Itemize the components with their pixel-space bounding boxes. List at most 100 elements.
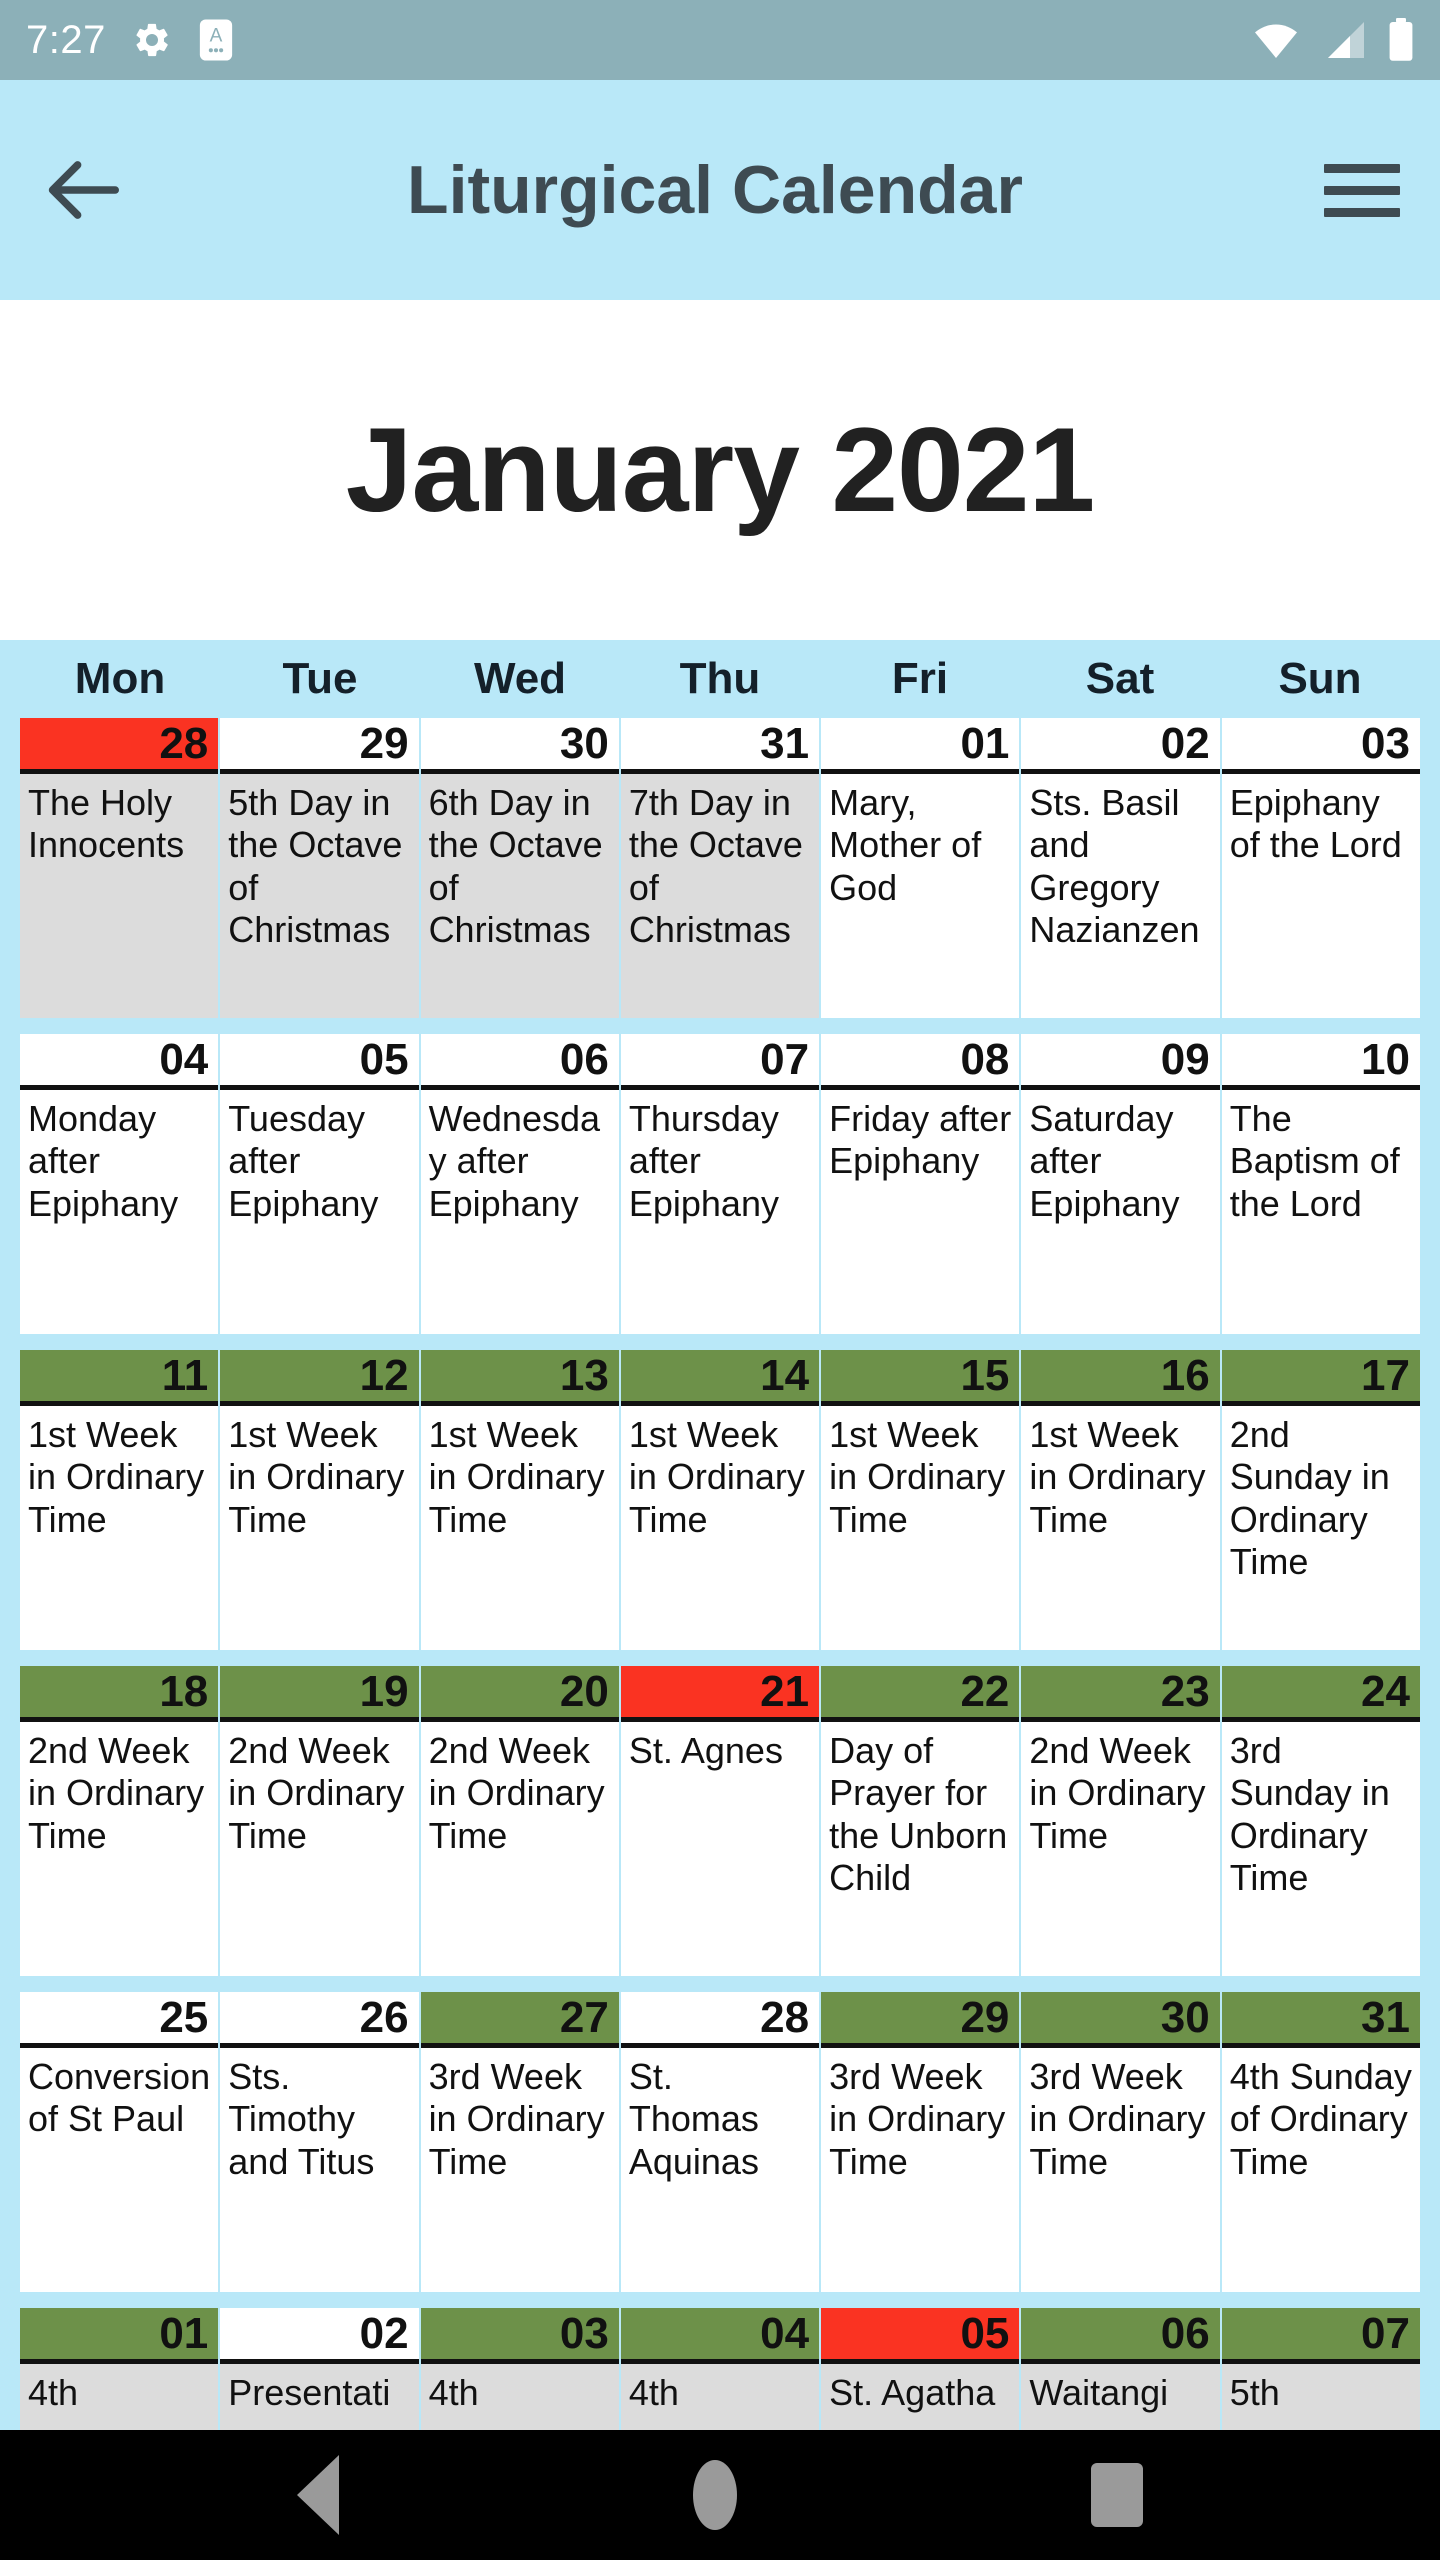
day-event-text: St. Thomas Aquinas bbox=[620, 2048, 820, 2292]
calendar-day-cell[interactable]: 29 5th Day in the Octave of Christmas bbox=[220, 718, 421, 1018]
day-number: 07 bbox=[1221, 2308, 1420, 2364]
calendar-day-cell[interactable]: 28 St. Thomas Aquinas bbox=[620, 1992, 822, 2292]
home-nav-button[interactable] bbox=[693, 2460, 737, 2530]
day-number: 24 bbox=[1221, 1666, 1420, 1722]
day-number: 12 bbox=[220, 1350, 419, 1406]
day-number: 05 bbox=[220, 1034, 419, 1090]
day-number: 22 bbox=[821, 1666, 1020, 1722]
calendar-day-cell[interactable]: 14 1st Week in Ordinary Time bbox=[620, 1350, 822, 1650]
calendar-weeks: 28 The Holy Innocents 29 5th Day in the Oct… bbox=[20, 718, 1420, 2560]
calendar-day-cell[interactable]: 01 Mary, Mother of God bbox=[821, 718, 1022, 1018]
day-number: 02 bbox=[1021, 718, 1220, 774]
calendar-day-cell[interactable]: 15 1st Week in Ordinary Time bbox=[821, 1350, 1022, 1650]
day-number: 26 bbox=[220, 1992, 419, 2048]
calendar-day-cell[interactable]: 28 The Holy Innocents bbox=[20, 718, 221, 1018]
calendar-day-cell[interactable]: 12 1st Week in Ordinary Time bbox=[220, 1350, 421, 1650]
recents-nav-button[interactable] bbox=[1091, 2463, 1143, 2527]
day-number: 03 bbox=[1221, 718, 1420, 774]
day-event-text: 3rd Week in Ordinary Time bbox=[1021, 2048, 1220, 2292]
day-event-text: 1st Week in Ordinary Time bbox=[1021, 1406, 1220, 1650]
day-number: 18 bbox=[20, 1666, 219, 1722]
month-title-section: January 2021 bbox=[0, 300, 1440, 640]
calendar-day-cell[interactable]: 09 Saturday after Epiphany bbox=[1021, 1034, 1222, 1334]
weekday-header: Tue bbox=[282, 654, 358, 703]
day-number: 08 bbox=[821, 1034, 1020, 1090]
day-event-text: Sts. Basil and Gregory Nazianzen bbox=[1021, 774, 1220, 1018]
calendar-day-cell[interactable]: 29 3rd Week in Ordinary Time bbox=[821, 1992, 1022, 2292]
calendar-week-row: 28 The Holy Innocents 29 5th Day in the Oct… bbox=[20, 718, 1420, 1018]
calendar-day-cell[interactable]: 24 3rd Sunday in Ordinary Time bbox=[1221, 1666, 1420, 1976]
calendar-day-cell[interactable]: 30 6th Day in the Octave of Christmas bbox=[420, 718, 621, 1018]
calendar-day-cell[interactable]: 21 St. Agnes bbox=[620, 1666, 822, 1976]
calendar-day-cell[interactable]: 20 2nd Week in Ordinary Time bbox=[420, 1666, 621, 1976]
calendar-day-cell[interactable]: 16 1st Week in Ordinary Time bbox=[1021, 1350, 1222, 1650]
calendar-day-cell[interactable]: 17 2nd Sunday in Ordinary Time bbox=[1221, 1350, 1420, 1650]
day-number: 16 bbox=[1021, 1350, 1220, 1406]
app-root: 7:27 A Liturgical Calendar January 2021 … bbox=[0, 0, 1440, 2560]
day-number: 01 bbox=[821, 718, 1020, 774]
day-number: 31 bbox=[620, 718, 820, 774]
calendar-day-cell[interactable]: 04 Monday after Epiphany bbox=[20, 1034, 221, 1334]
hamburger-bar bbox=[1324, 163, 1400, 173]
calendar-day-cell[interactable]: 06 Wednesday after Epiphany bbox=[420, 1034, 621, 1334]
day-number: 04 bbox=[620, 2308, 820, 2364]
day-number: 10 bbox=[1221, 1034, 1420, 1090]
day-number: 05 bbox=[821, 2308, 1020, 2364]
calendar-week-row: 25 Conversion of St Paul 26 Sts. Timothy an… bbox=[20, 1992, 1420, 2292]
day-number: 03 bbox=[420, 2308, 619, 2364]
day-number: 02 bbox=[220, 2308, 419, 2364]
hamburger-menu-icon[interactable] bbox=[1324, 152, 1400, 228]
calendar-day-cell[interactable]: 11 1st Week in Ordinary Time bbox=[20, 1350, 221, 1650]
day-event-text: Wednesday after Epiphany bbox=[420, 1090, 619, 1334]
screenshot-badge-icon: A bbox=[198, 18, 234, 62]
day-event-text: Mary, Mother of God bbox=[821, 774, 1020, 1018]
battery-icon bbox=[1388, 18, 1414, 62]
day-event-text: St. Agnes bbox=[620, 1722, 820, 1976]
day-number: 09 bbox=[1021, 1034, 1220, 1090]
month-title: January 2021 bbox=[345, 403, 1096, 537]
day-event-text: 5th Day in the Octave of Christmas bbox=[220, 774, 419, 1018]
back-nav-button[interactable] bbox=[297, 2455, 339, 2535]
status-bar-left: 7:27 A bbox=[26, 18, 234, 62]
calendar-day-cell[interactable]: 31 7th Day in the Octave of Christmas bbox=[620, 718, 822, 1018]
calendar-day-cell[interactable]: 10 The Baptism of the Lord bbox=[1221, 1034, 1420, 1334]
day-number: 29 bbox=[220, 718, 419, 774]
page-title: Liturgical Calendar bbox=[407, 152, 1023, 228]
calendar-day-cell[interactable]: 08 Friday after Epiphany bbox=[821, 1034, 1022, 1334]
weekday-header: Mon bbox=[74, 654, 166, 703]
day-number: 30 bbox=[1021, 1992, 1220, 2048]
cell-signal-icon bbox=[1322, 20, 1366, 60]
day-number: 20 bbox=[420, 1666, 619, 1722]
day-event-text: Tuesday after Epiphany bbox=[220, 1090, 419, 1334]
calendar-day-cell[interactable]: 05 Tuesday after Epiphany bbox=[220, 1034, 421, 1334]
calendar-day-cell[interactable]: 03 Epiphany of the Lord bbox=[1221, 718, 1420, 1018]
calendar-day-cell[interactable]: 13 1st Week in Ordinary Time bbox=[420, 1350, 621, 1650]
calendar-day-cell[interactable]: 22 Day of Prayer for the Unborn Child bbox=[821, 1666, 1022, 1976]
day-event-text: 2nd Week in Ordinary Time bbox=[20, 1722, 219, 1976]
calendar-grid: Mon Tue Wed Thu Fri Sat Sun 28 The Holy Innocen… bbox=[0, 640, 1440, 2560]
day-event-text: Saturday after Epiphany bbox=[1021, 1090, 1220, 1334]
day-event-text: 1st Week in Ordinary Time bbox=[420, 1406, 619, 1650]
calendar-day-cell[interactable]: 23 2nd Week in Ordinary Time bbox=[1021, 1666, 1222, 1976]
day-event-text: Day of Prayer for the Unborn Child bbox=[821, 1722, 1020, 1976]
calendar-day-cell[interactable]: 19 2nd Week in Ordinary Time bbox=[220, 1666, 421, 1976]
calendar-day-cell[interactable]: 02 Sts. Basil and Gregory Nazianzen bbox=[1021, 718, 1222, 1018]
calendar-day-cell[interactable]: 07 Thursday after Epiphany bbox=[620, 1034, 822, 1334]
day-number: 13 bbox=[420, 1350, 619, 1406]
calendar-day-cell[interactable]: 25 Conversion of St Paul bbox=[20, 1992, 221, 2292]
calendar-day-cell[interactable]: 18 2nd Week in Ordinary Time bbox=[20, 1666, 221, 1976]
weekday-header: Thu bbox=[679, 654, 761, 703]
day-number: 17 bbox=[1221, 1350, 1420, 1406]
weekday-header-row: Mon Tue Wed Thu Fri Sat Sun bbox=[20, 640, 1420, 718]
day-event-text: 2nd Week in Ordinary Time bbox=[1021, 1722, 1220, 1976]
calendar-day-cell[interactable]: 27 3rd Week in Ordinary Time bbox=[420, 1992, 621, 2292]
gear-icon bbox=[132, 20, 172, 60]
day-number: 21 bbox=[620, 1666, 820, 1722]
calendar-day-cell[interactable]: 31 4th Sunday of Ordinary Time bbox=[1221, 1992, 1420, 2292]
day-number: 28 bbox=[620, 1992, 820, 2048]
day-event-text: Monday after Epiphany bbox=[20, 1090, 219, 1334]
calendar-day-cell[interactable]: 30 3rd Week in Ordinary Time bbox=[1021, 1992, 1222, 2292]
calendar-day-cell[interactable]: 26 Sts. Timothy and Titus bbox=[220, 1992, 421, 2292]
day-event-text: 1st Week in Ordinary Time bbox=[821, 1406, 1020, 1650]
hamburger-bar bbox=[1324, 207, 1400, 217]
